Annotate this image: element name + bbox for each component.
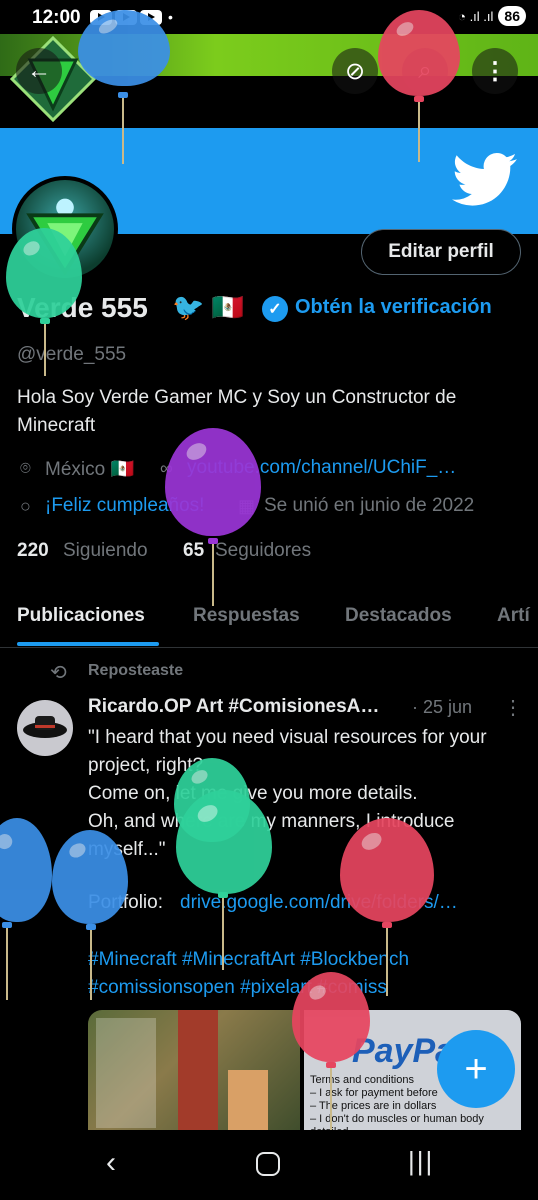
post-date: · 25 jun bbox=[412, 697, 473, 717]
minecraft-tower bbox=[178, 1010, 218, 1145]
signal-icon: ◔ .ıl .ıl bbox=[458, 8, 494, 24]
balloon-blue bbox=[78, 10, 170, 86]
balloon-red bbox=[340, 818, 434, 922]
get-verified-link[interactable]: Obtén la verificación bbox=[295, 296, 492, 319]
followers-label[interactable]: Seguidores bbox=[215, 540, 311, 562]
balloon-string bbox=[212, 544, 214, 606]
status-time: 12:00 bbox=[32, 7, 81, 28]
nav-recents-button[interactable]: ||| bbox=[408, 1146, 434, 1177]
balloon-icon: ○ bbox=[20, 496, 31, 516]
balloon-green bbox=[6, 228, 82, 318]
balloon-red bbox=[292, 972, 370, 1062]
tab-publicaciones[interactable]: Publicaciones bbox=[17, 605, 145, 627]
joined-date: Se unió en junio de 2022 bbox=[264, 495, 475, 516]
chat-screenshot-panel bbox=[96, 1018, 156, 1128]
balloon-string bbox=[6, 928, 8, 1000]
tab-destacados[interactable]: Destacados bbox=[345, 605, 452, 627]
balloon-string bbox=[330, 1068, 332, 1130]
verified-badge-icon: ✓ bbox=[262, 296, 288, 322]
balloon-purple bbox=[165, 428, 261, 536]
nav-home-button[interactable] bbox=[256, 1152, 280, 1176]
balloon-string bbox=[44, 324, 46, 376]
more-options-button[interactable]: ⋮ bbox=[472, 48, 518, 94]
balloon-blue bbox=[0, 818, 52, 922]
following-label[interactable]: Siguiendo bbox=[63, 540, 148, 562]
status-indicators: ◔ .ıl .ıl 86 bbox=[458, 6, 526, 26]
location-pin-icon: ⌾ bbox=[20, 458, 31, 478]
post-more-icon[interactable]: ⋮ bbox=[503, 695, 523, 720]
system-nav-bar: ‹ ||| bbox=[0, 1130, 538, 1200]
edit-profile-button[interactable]: Editar perfil bbox=[361, 229, 521, 275]
tab-articulos[interactable]: Artí bbox=[497, 605, 530, 627]
no-translate-button[interactable]: ⊘ bbox=[332, 48, 378, 94]
balloon-string bbox=[386, 928, 388, 996]
repost-label: Reposteaste bbox=[88, 662, 184, 679]
balloon-red bbox=[378, 10, 460, 96]
post-media-image-1[interactable] bbox=[88, 1010, 300, 1145]
tab-respuestas[interactable]: Respuestas bbox=[193, 605, 300, 627]
post-author-avatar[interactable] bbox=[17, 700, 73, 756]
battery-indicator: 86 bbox=[498, 6, 526, 26]
profile-location: México 🇲🇽 bbox=[45, 459, 135, 480]
compose-button[interactable]: + bbox=[437, 1030, 515, 1108]
twitter-bird-icon bbox=[452, 152, 517, 206]
balloon-blue bbox=[52, 830, 128, 924]
status-bar: 12:00 • ◔ .ıl .ıl 86 bbox=[0, 0, 538, 34]
balloon-string bbox=[90, 930, 92, 1000]
nav-back-button[interactable]: ‹ bbox=[106, 1146, 116, 1180]
followers-count[interactable]: 65 bbox=[183, 540, 204, 562]
back-button[interactable]: ← bbox=[16, 48, 62, 94]
profile-handle: @verde_555 bbox=[17, 344, 127, 365]
profile-bio: Hola Soy Verde Gamer MC y Soy un Constru… bbox=[17, 387, 457, 436]
balloon-string bbox=[122, 98, 124, 164]
profile-tabs: Publicaciones Respuestas Destacados Artí bbox=[0, 592, 538, 648]
balloon-string bbox=[222, 898, 224, 970]
balloon-string bbox=[418, 102, 420, 162]
repost-icon: ⟲ bbox=[50, 662, 67, 684]
active-tab-indicator bbox=[17, 642, 159, 646]
notification-dot: • bbox=[168, 9, 173, 25]
following-count[interactable]: 220 bbox=[17, 540, 49, 562]
minecraft-character bbox=[228, 1070, 268, 1130]
balloon-green bbox=[176, 790, 272, 894]
hat-avatar-icon bbox=[23, 716, 67, 738]
name-emoji: 🐦 🇲🇽 bbox=[172, 292, 244, 322]
post-author-name[interactable]: Ricardo.OP Art #ComisionesA… bbox=[88, 696, 379, 718]
post-text: "I heard that you need visual resources … bbox=[88, 727, 487, 860]
